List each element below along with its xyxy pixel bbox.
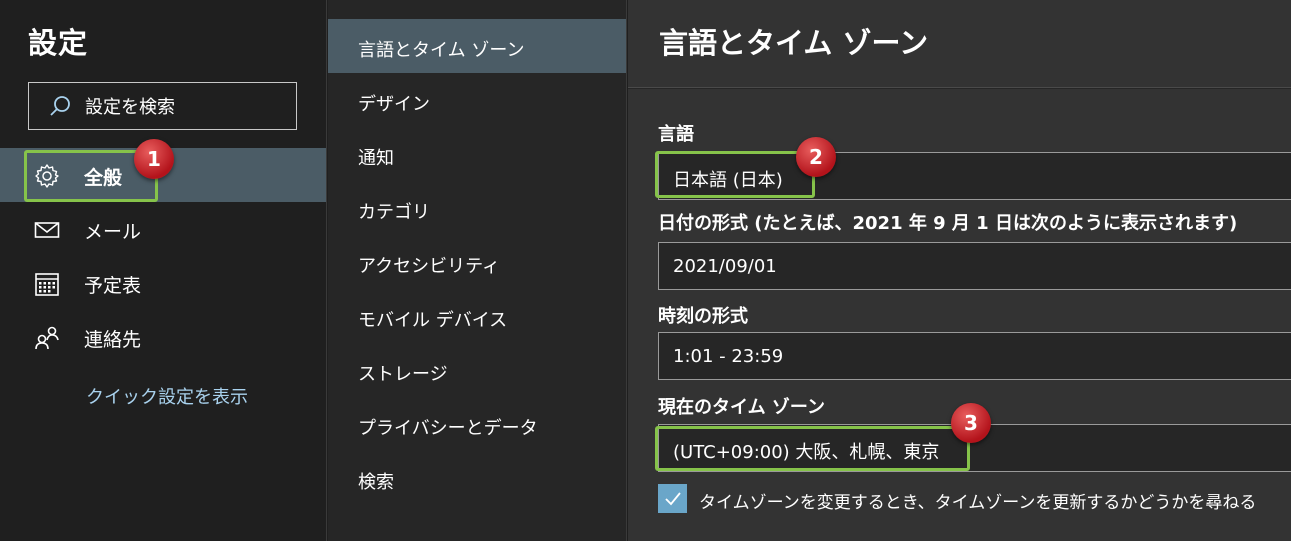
subnav-label: 言語とタイム ゾーン bbox=[358, 40, 525, 61]
search-placeholder: 設定を検索 bbox=[85, 97, 175, 118]
subnav-privacy-data[interactable]: プライバシーとデータ bbox=[328, 397, 626, 451]
settings-nav-pane: 設定 設定を検索 全般 メール 予定表 連絡先 クイック設定を表示 bbox=[0, 0, 327, 541]
panel-header: 言語とタイム ゾーン bbox=[628, 0, 1291, 88]
subnav-language-timezone[interactable]: 言語とタイム ゾーン bbox=[328, 19, 626, 73]
mail-icon bbox=[34, 222, 60, 238]
update-timezone-checkbox[interactable] bbox=[658, 484, 687, 513]
nav-item-contacts[interactable]: 連絡先 bbox=[0, 310, 326, 364]
settings-title: 設定 bbox=[28, 26, 89, 60]
highlight-timezone bbox=[655, 426, 970, 471]
subnav-mobile-devices[interactable]: モバイル デバイス bbox=[328, 289, 626, 343]
update-timezone-checkbox-label: タイムゾーンを変更するとき、タイムゾーンを更新するかどうかを尋ねる bbox=[699, 493, 1257, 513]
subnav-label: デザイン bbox=[358, 94, 430, 115]
nav-label-calendar: 予定表 bbox=[84, 275, 142, 297]
step-badge-3: 3 bbox=[951, 403, 991, 443]
time-format-label: 時刻の形式 bbox=[658, 306, 748, 327]
subnav-label: モバイル デバイス bbox=[358, 310, 508, 331]
nav-label-contacts: 連絡先 bbox=[84, 329, 142, 351]
time-format-value: 1:01 - 23:59 bbox=[673, 346, 784, 367]
date-format-value: 2021/09/01 bbox=[673, 256, 777, 277]
subnav-label: プライバシーとデータ bbox=[358, 418, 538, 439]
time-format-select[interactable]: 1:01 - 23:59 bbox=[658, 332, 1291, 380]
subnav-label: 検索 bbox=[358, 472, 394, 493]
nav-label-mail: メール bbox=[84, 221, 142, 243]
subcategory-pane: 言語とタイム ゾーン デザイン 通知 カテゴリ アクセシビリティ モバイル デバ… bbox=[328, 0, 627, 541]
search-icon bbox=[50, 96, 70, 116]
quick-settings-link[interactable]: クイック設定を表示 bbox=[86, 383, 248, 409]
subnav-storage[interactable]: ストレージ bbox=[328, 343, 626, 397]
nav-item-mail[interactable]: メール bbox=[0, 202, 326, 256]
subnav-notifications[interactable]: 通知 bbox=[328, 127, 626, 181]
subnav-design[interactable]: デザイン bbox=[328, 73, 626, 127]
date-format-select[interactable]: 2021/09/01 bbox=[658, 242, 1291, 290]
people-icon bbox=[35, 326, 59, 350]
settings-search-box[interactable]: 設定を検索 bbox=[28, 82, 297, 130]
subnav-label: ストレージ bbox=[358, 364, 448, 385]
step-badge-2: 2 bbox=[796, 137, 836, 177]
date-format-label: 日付の形式 (たとえば、2021 年 9 月 1 日は次のように表示されます) bbox=[658, 213, 1238, 234]
subnav-categories[interactable]: カテゴリ bbox=[328, 181, 626, 235]
timezone-label: 現在のタイム ゾーン bbox=[658, 397, 826, 418]
highlight-language bbox=[655, 151, 815, 198]
subnav-search[interactable]: 検索 bbox=[328, 451, 626, 505]
subnav-label: カテゴリ bbox=[358, 202, 430, 223]
subnav-accessibility[interactable]: アクセシビリティ bbox=[328, 235, 626, 289]
subnav-label: 通知 bbox=[358, 148, 394, 169]
nav-item-calendar[interactable]: 予定表 bbox=[0, 256, 326, 310]
language-label: 言語 bbox=[658, 124, 694, 145]
calendar-icon bbox=[35, 273, 59, 296]
subnav-label: アクセシビリティ bbox=[358, 256, 501, 277]
checkmark-icon bbox=[664, 491, 681, 505]
step-badge-1: 1 bbox=[134, 139, 174, 179]
panel-title: 言語とタイム ゾーン bbox=[659, 26, 929, 60]
